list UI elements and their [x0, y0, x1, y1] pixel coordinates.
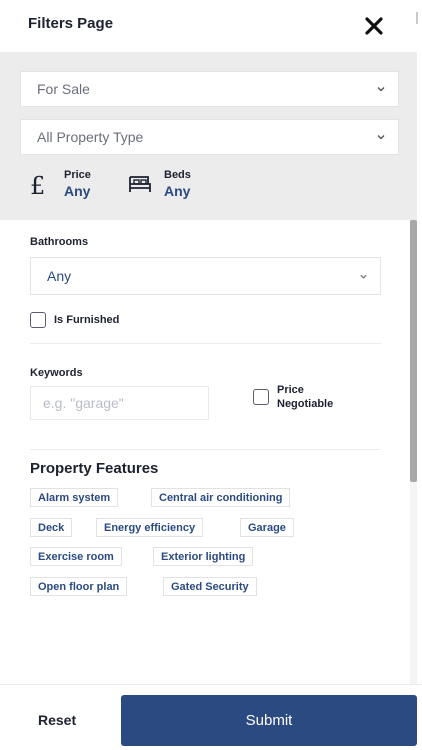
- negotiable-label-line1: Price: [277, 384, 304, 396]
- feature-tag-exercise-room[interactable]: Exercise room: [30, 547, 122, 566]
- submit-button[interactable]: Submit: [121, 695, 417, 746]
- bathrooms-label: Bathrooms: [30, 236, 89, 248]
- features-title: Property Features: [30, 460, 159, 477]
- scrollbar-thumb[interactable]: [410, 220, 417, 482]
- filter-body: Bathrooms Any Is Furnished Keywords Pric…: [0, 220, 417, 684]
- keywords-label: Keywords: [30, 367, 83, 379]
- negotiable-checkbox[interactable]: [253, 389, 269, 405]
- price-value: Any: [64, 183, 91, 199]
- header: Filters Page: [0, 0, 418, 52]
- beds-label: Beds: [164, 169, 191, 181]
- keywords-input[interactable]: [30, 386, 209, 420]
- chevron-down-icon: [377, 135, 385, 140]
- listing-type-value: For Sale: [37, 81, 90, 97]
- close-button[interactable]: [362, 14, 386, 38]
- furnished-checkbox[interactable]: [30, 312, 46, 328]
- chevron-down-icon: [377, 87, 385, 92]
- page-title: Filters Page: [28, 15, 114, 32]
- edge-divider: [416, 12, 418, 24]
- feature-tag-exterior-lighting[interactable]: Exterior lighting: [153, 547, 254, 566]
- feature-tag-open-floor-plan[interactable]: Open floor plan: [30, 577, 128, 596]
- property-type-select[interactable]: All Property Type: [20, 119, 399, 155]
- beds-value: Any: [164, 183, 191, 199]
- footer: Reset Submit: [0, 684, 422, 750]
- negotiable-label-line2: Negotiable: [277, 398, 334, 410]
- reset-button[interactable]: Reset: [38, 712, 76, 728]
- pound-icon: £: [30, 172, 46, 200]
- bed-icon: [129, 176, 151, 192]
- feature-tag-energy-efficiency[interactable]: Energy efficiency: [96, 518, 204, 537]
- listing-type-select[interactable]: For Sale: [20, 71, 399, 107]
- feature-tag-alarm-system[interactable]: Alarm system: [30, 488, 119, 507]
- property-type-value: All Property Type: [37, 129, 144, 145]
- feature-tag-gated-security[interactable]: Gated Security: [163, 577, 257, 596]
- feature-tag-central-air[interactable]: Central air conditioning: [151, 488, 291, 507]
- feature-tag-garage[interactable]: Garage: [240, 518, 294, 537]
- price-label: Price: [64, 169, 91, 181]
- bathrooms-select[interactable]: Any: [30, 257, 381, 295]
- chevron-down-icon: [360, 274, 367, 279]
- top-filters: For Sale All Property Type £ Price Any B…: [0, 52, 417, 220]
- close-icon: [365, 17, 383, 35]
- beds-filter[interactable]: Beds Any: [126, 168, 216, 208]
- price-filter[interactable]: £ Price Any: [30, 168, 110, 208]
- filters-page: Filters Page For Sale All Property Type …: [0, 0, 422, 750]
- furnished-label: Is Furnished: [54, 314, 120, 326]
- divider: [30, 449, 381, 450]
- feature-tag-deck[interactable]: Deck: [30, 518, 73, 537]
- divider: [30, 343, 381, 344]
- bathrooms-value: Any: [47, 268, 72, 284]
